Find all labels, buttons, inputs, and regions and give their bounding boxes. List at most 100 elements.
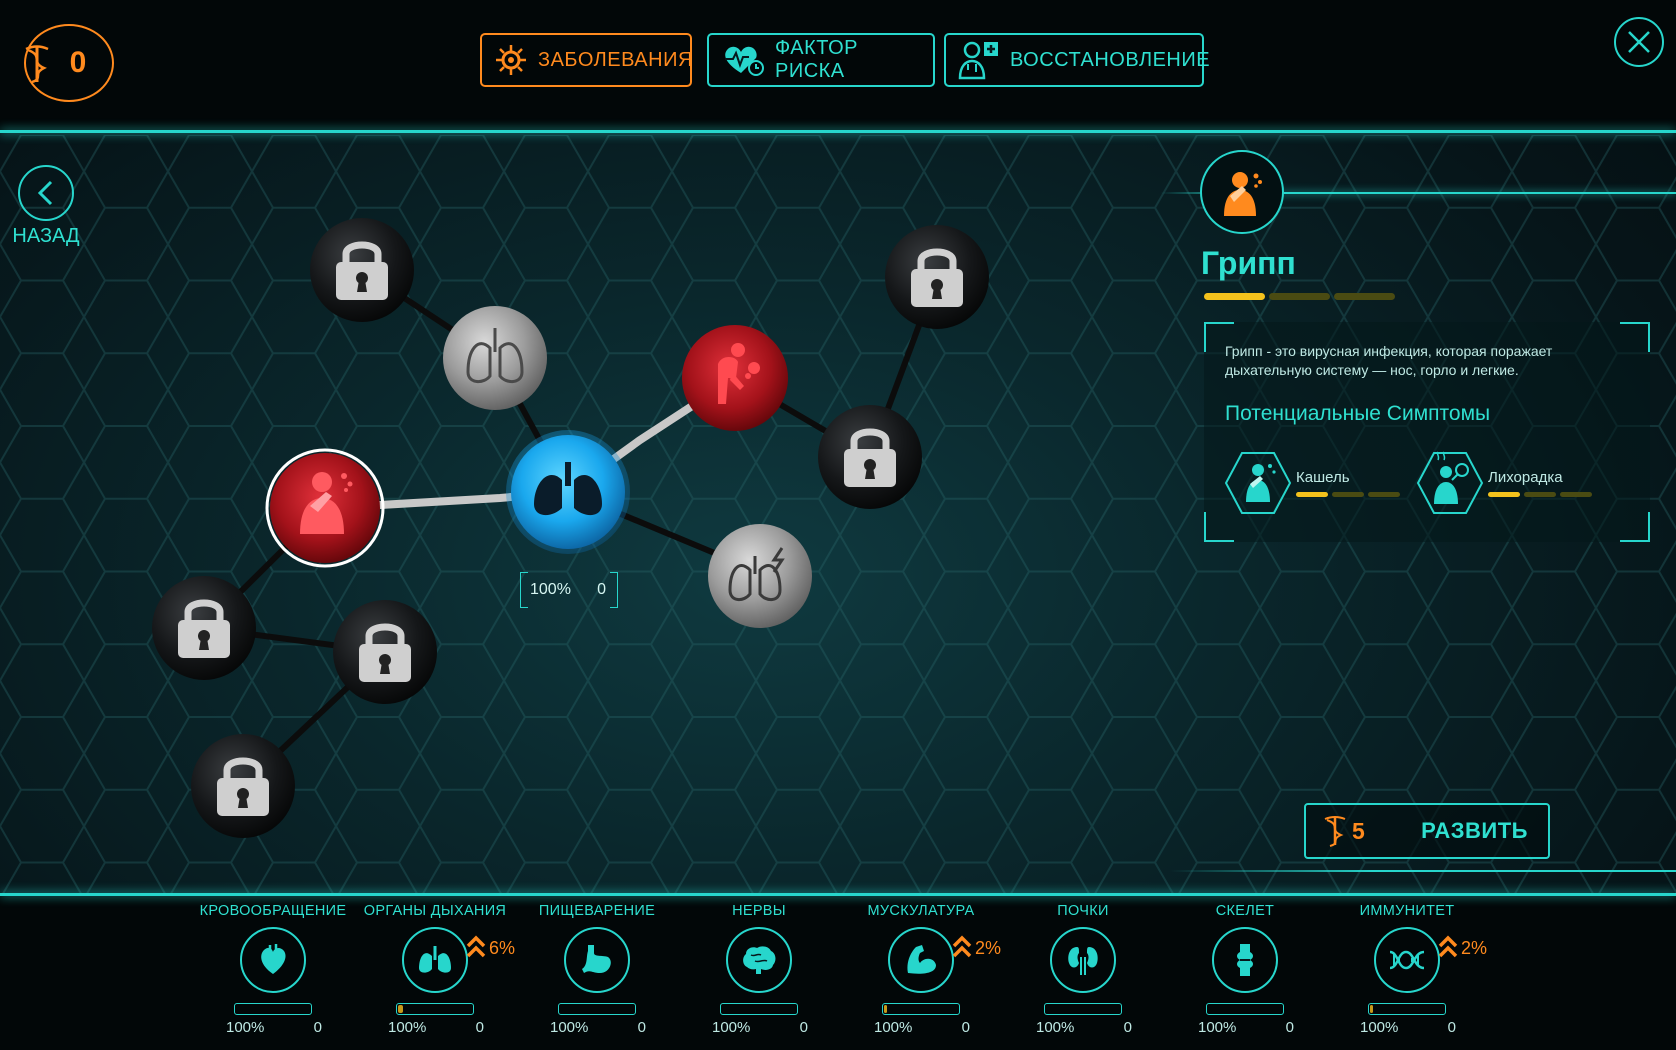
symptom-cough-label: Кашель (1296, 469, 1350, 486)
system-count: 0 (799, 1019, 808, 1036)
system-nerves[interactable]: НЕРВЫ 100% 0 (679, 903, 839, 1036)
cough-icon (1224, 450, 1292, 516)
system-count: 0 (961, 1019, 970, 1036)
lungs-node[interactable] (443, 306, 547, 410)
system-progress-bar (882, 1003, 960, 1015)
level-segment (1560, 492, 1592, 497)
system-boost: 2% (1437, 933, 1487, 963)
disease-portrait (1200, 150, 1284, 234)
symptoms-heading: Потенциальные Симптомы (1225, 402, 1491, 425)
level-segment (1368, 492, 1400, 497)
tab-risk-factor-label: ФАКТОР РИСКА (775, 37, 858, 82)
virus-icon (496, 45, 526, 75)
evolve-label: РАЗВИТЬ (1421, 818, 1528, 843)
system-muscles[interactable]: МУСКУЛАТУРА 2% 100% 0 (841, 903, 1001, 1036)
panel-header-line (1250, 192, 1676, 194)
heart-pulse-icon (725, 46, 764, 76)
level-segment (1332, 492, 1364, 497)
locked-node[interactable] (333, 600, 437, 704)
bone-joint-icon (1212, 927, 1278, 993)
system-label: МУСКУЛАТУРА (867, 903, 975, 919)
corner (1204, 512, 1234, 542)
system-percent: 100% (1360, 1019, 1399, 1036)
system-digestion[interactable]: ПИЩЕВАРЕНИЕ 100% 0 (517, 903, 677, 1036)
disease-info-box: Грипп - это вирусная инфекция, которая п… (1204, 322, 1650, 542)
system-skeleton[interactable]: СКЕЛЕТ 100% 0 (1165, 903, 1325, 1036)
stomach-icon (564, 927, 630, 993)
dna-icon (25, 45, 49, 84)
center-node-percent: 100% (530, 581, 571, 598)
symptom-cough[interactable]: Кашель (1224, 450, 1400, 516)
nausea-node[interactable] (682, 325, 788, 431)
dna-points-counter: 0 (24, 24, 114, 102)
system-label: КРОВООБРАЩЕНИЕ (199, 903, 347, 919)
system-boost: 6% (465, 933, 515, 963)
dna-points-value: 0 (69, 46, 87, 79)
evolve-button[interactable]: 5 РАЗВИТЬ (1304, 803, 1550, 859)
system-progress-bar (558, 1003, 636, 1015)
disease-level-bars (1204, 293, 1395, 300)
locked-node[interactable] (885, 225, 989, 329)
bracket-right (610, 572, 618, 608)
system-count: 0 (475, 1019, 484, 1036)
system-kidneys[interactable]: ПОЧКИ 100% 0 (1003, 903, 1163, 1036)
system-progress-bar (720, 1003, 798, 1015)
flu-node-selected[interactable] (265, 448, 385, 568)
system-count: 0 (1285, 1019, 1294, 1036)
system-label: НЕРВЫ (732, 903, 786, 919)
brain-icon (726, 927, 792, 993)
system-progress-fill (398, 1005, 403, 1013)
system-progress-bar (1206, 1003, 1284, 1015)
system-label: ПИЩЕВАРЕНИЕ (538, 903, 656, 919)
locked-node[interactable] (310, 218, 414, 322)
bottom-divider (0, 893, 1676, 896)
locked-node[interactable] (152, 576, 256, 680)
level-segment (1269, 293, 1330, 300)
symptom-fever[interactable]: Лихорадка (1416, 450, 1592, 516)
locked-node[interactable] (191, 734, 295, 838)
system-percent: 100% (1198, 1019, 1237, 1036)
tab-recovery[interactable]: ВОССТАНОВЛЕНИЕ (944, 33, 1210, 87)
double-chevron-up-icon (1438, 935, 1458, 958)
corner (1620, 512, 1650, 542)
panel-bottom-line (1170, 870, 1676, 872)
system-percent: 100% (388, 1019, 427, 1036)
system-respiratory[interactable]: ОРГАНЫ ДЫХАНИЯ 6% 100% 0 (355, 903, 515, 1036)
tab-diseases[interactable]: ЗАБОЛЕВАНИЯ (480, 33, 692, 87)
lungs-lightning-node[interactable] (708, 524, 812, 628)
close-icon (1628, 31, 1650, 53)
system-percent: 100% (874, 1019, 913, 1036)
system-progress-bar (1044, 1003, 1122, 1015)
system-percent: 100% (550, 1019, 589, 1036)
system-progress-bar (1368, 1003, 1446, 1015)
symptom-fever-label: Лихорадка (1488, 469, 1563, 486)
system-label: ОРГАНЫ ДЫХАНИЯ (363, 903, 507, 919)
system-label: ИММУНИТЕТ (1359, 903, 1455, 919)
tab-diseases-label: ЗАБОЛЕВАНИЯ (538, 48, 693, 71)
close-button[interactable] (1614, 17, 1664, 67)
double-chevron-up-icon (952, 935, 972, 958)
dna-icon (1374, 927, 1440, 993)
symptom-cough-level (1296, 492, 1400, 497)
coughing-person-icon (1224, 172, 1262, 216)
level-segment (1296, 492, 1328, 497)
bracket-left (520, 572, 528, 608)
system-boost-value: 2% (1461, 937, 1488, 958)
system-count: 0 (1123, 1019, 1132, 1036)
system-circulation[interactable]: КРОВООБРАЩЕНИЕ 100% 0 (193, 903, 353, 1036)
heart-icon (240, 927, 306, 993)
system-percent: 100% (226, 1019, 265, 1036)
center-lungs-node[interactable] (506, 430, 630, 554)
system-count: 0 (1447, 1019, 1456, 1036)
tab-risk-factor[interactable]: ФАКТОР РИСКА (707, 33, 935, 87)
system-percent: 100% (1036, 1019, 1075, 1036)
system-progress-bar (396, 1003, 474, 1015)
level-segment (1524, 492, 1556, 497)
disease-tree (152, 218, 989, 838)
disease-title: Грипп (1201, 245, 1296, 281)
system-immunity[interactable]: ИММУНИТЕТ 2% 100% 0 (1327, 903, 1487, 1036)
tab-recovery-label: ВОССТАНОВЛЕНИЕ (1010, 48, 1211, 71)
locked-node[interactable] (818, 405, 922, 509)
muscle-icon (888, 927, 954, 993)
level-segment (1488, 492, 1520, 497)
